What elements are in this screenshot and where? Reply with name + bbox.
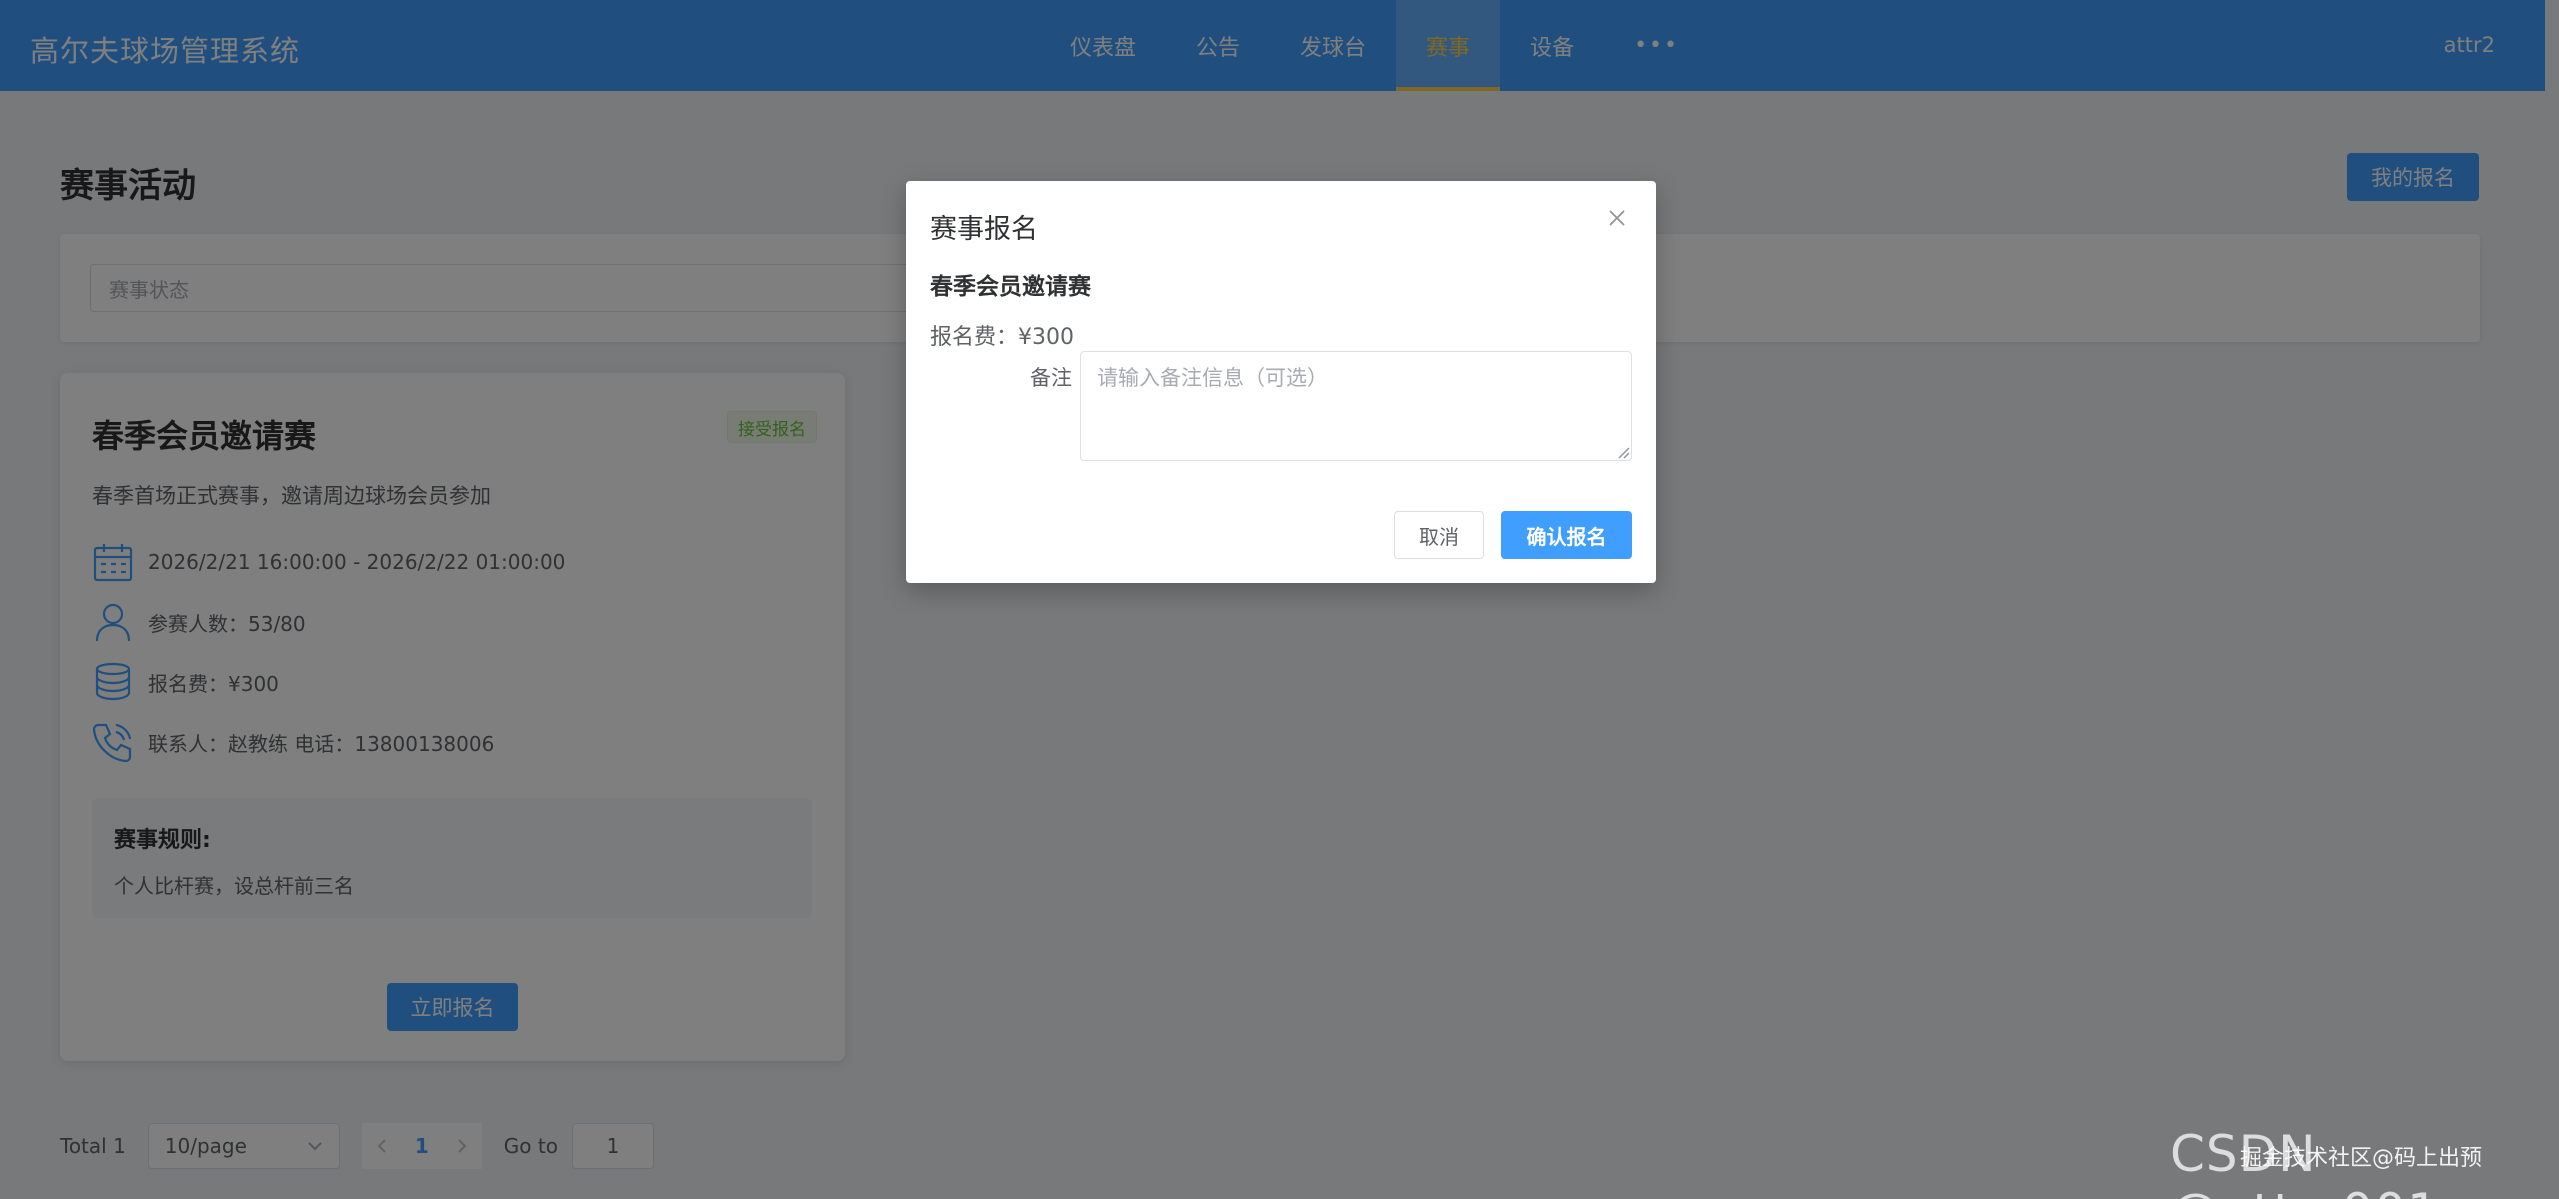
cancel-button[interactable]: 取消	[1394, 511, 1484, 559]
confirm-registration-button[interactable]: 确认报名	[1501, 511, 1632, 559]
remark-label: 备注	[1030, 366, 1072, 390]
dialog-title: 赛事报名	[930, 214, 1038, 245]
resize-grip-icon[interactable]	[1616, 445, 1630, 459]
modal-overlay[interactable]	[0, 0, 2559, 1199]
close-icon[interactable]	[1602, 203, 1632, 233]
remark-textarea[interactable]	[1080, 351, 1632, 461]
dialog-fee: 报名费：¥300	[930, 325, 1074, 350]
registration-dialog: 赛事报名 春季会员邀请赛 报名费：¥300 备注 取消 确认报名	[906, 181, 1656, 583]
dialog-event-name: 春季会员邀请赛	[930, 274, 1091, 300]
watermark-sub: 掘金技术社区@码上出预	[2240, 1146, 2483, 1171]
